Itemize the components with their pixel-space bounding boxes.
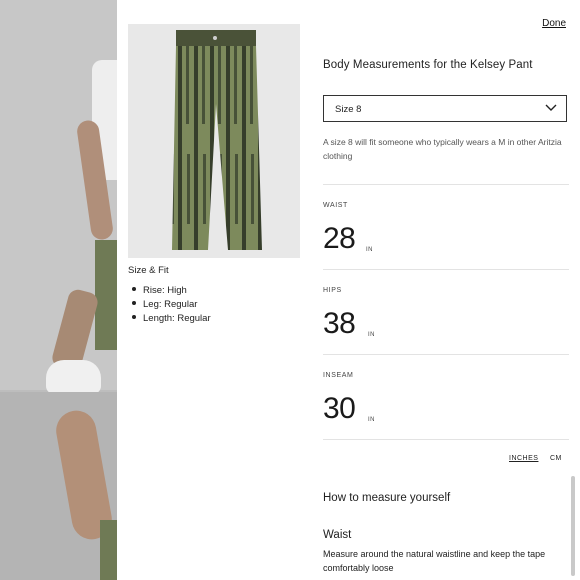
panel-title: Body Measurements for the Kelsey Pant [323,59,533,71]
inseam-label: INSEAM [323,372,354,379]
divider [323,354,569,355]
unit-toggle-cm[interactable]: CM [550,455,562,462]
size-select[interactable]: Size 8 [323,95,567,122]
fit-details-list: Rise: High Leg: Regular Length: Regular [130,284,211,326]
chevron-down-icon [545,104,557,111]
fit-leg: Leg: Regular [143,299,198,310]
unit-toggle-inches[interactable]: INCHES [509,455,538,462]
divider [323,184,569,185]
bullet-icon [132,287,136,292]
fit-rise: Rise: High [143,285,187,296]
waist-guide-heading: Waist [323,529,352,541]
list-item: Leg: Regular [130,298,211,312]
hips-unit: IN [368,332,375,338]
how-to-measure-heading: How to measure yourself [323,492,451,504]
waist-value: 28 [323,222,356,255]
inseam-value: 30 [323,392,356,425]
waist-guide-text: Measure around the natural waistline and… [323,549,546,573]
divider [323,269,569,270]
size-fit-heading: Size & Fit [128,265,169,276]
waist-unit: IN [366,247,373,253]
inseam-unit: IN [368,417,375,423]
size-fit-note: A size 8 will fit someone who typically … [323,137,562,161]
background-model-photo [0,0,117,580]
divider [323,439,569,440]
fit-length: Length: Regular [143,313,211,324]
product-image [128,24,300,258]
list-item: Length: Regular [130,312,211,326]
done-button[interactable]: Done [542,18,566,29]
waist-label: WAIST [323,202,348,209]
scrollbar[interactable] [571,476,575,576]
bullet-icon [132,301,136,306]
bullet-icon [132,315,136,320]
list-item: Rise: High [130,284,211,298]
hips-label: HIPS [323,287,342,294]
body-measurements-panel: Done Body Measurements for the Kelsey Pa… [312,0,580,580]
size-select-value: Size 8 [335,104,362,115]
hips-value: 38 [323,307,356,340]
